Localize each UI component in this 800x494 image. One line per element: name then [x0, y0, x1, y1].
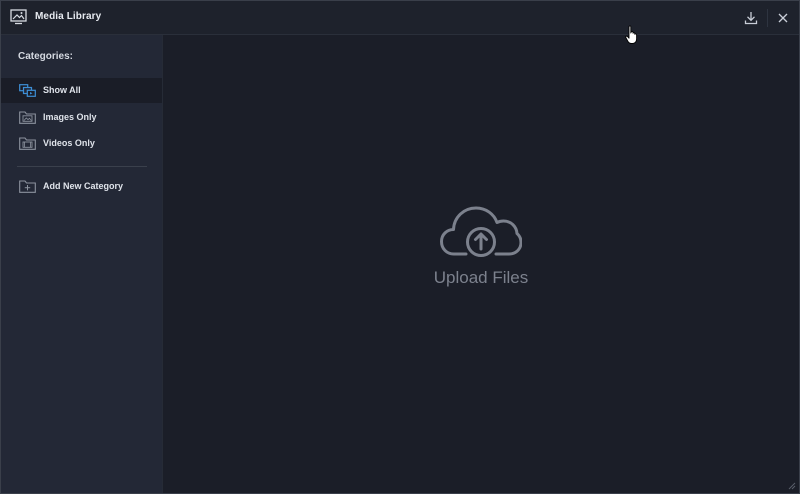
close-icon — [778, 13, 788, 23]
resize-grip-icon[interactable] — [787, 481, 796, 490]
window-title: Media Library — [35, 11, 102, 22]
sidebar-item-label: Show All — [43, 85, 81, 95]
download-button[interactable] — [740, 7, 762, 29]
video-folder-icon — [19, 137, 36, 150]
image-folder-icon — [19, 111, 36, 124]
upload-files-dropzone[interactable]: Upload Files — [430, 205, 532, 295]
titlebar-separator — [767, 9, 768, 27]
media-library-icon — [10, 9, 27, 25]
sidebar-item-images-only[interactable]: Images Only — [1, 105, 162, 130]
sidebar-item-show-all[interactable]: Show All — [1, 78, 162, 103]
hand-cursor-icon — [625, 25, 638, 44]
show-all-icon — [19, 84, 36, 97]
categories-sidebar: Categories: Show All Images Only Videos … — [1, 35, 163, 493]
download-icon — [744, 12, 758, 25]
cloud-upload-icon — [440, 206, 522, 257]
sidebar-item-videos-only[interactable]: Videos Only — [1, 131, 162, 156]
add-category-label: Add New Category — [43, 181, 124, 191]
media-library-window: Media Library Categories: Show All Image… — [0, 0, 800, 494]
categories-heading: Categories: — [18, 51, 74, 62]
title-bar[interactable]: Media Library — [1, 1, 799, 35]
add-new-category-button[interactable]: Add New Category — [1, 174, 162, 199]
close-button[interactable] — [772, 7, 794, 29]
sidebar-item-label: Images Only — [43, 112, 97, 122]
upload-files-label: Upload Files — [433, 268, 529, 287]
sidebar-divider — [17, 166, 147, 167]
sidebar-item-label: Videos Only — [43, 138, 95, 148]
media-content-area[interactable]: Upload Files — [163, 35, 799, 493]
add-folder-icon — [19, 180, 36, 193]
